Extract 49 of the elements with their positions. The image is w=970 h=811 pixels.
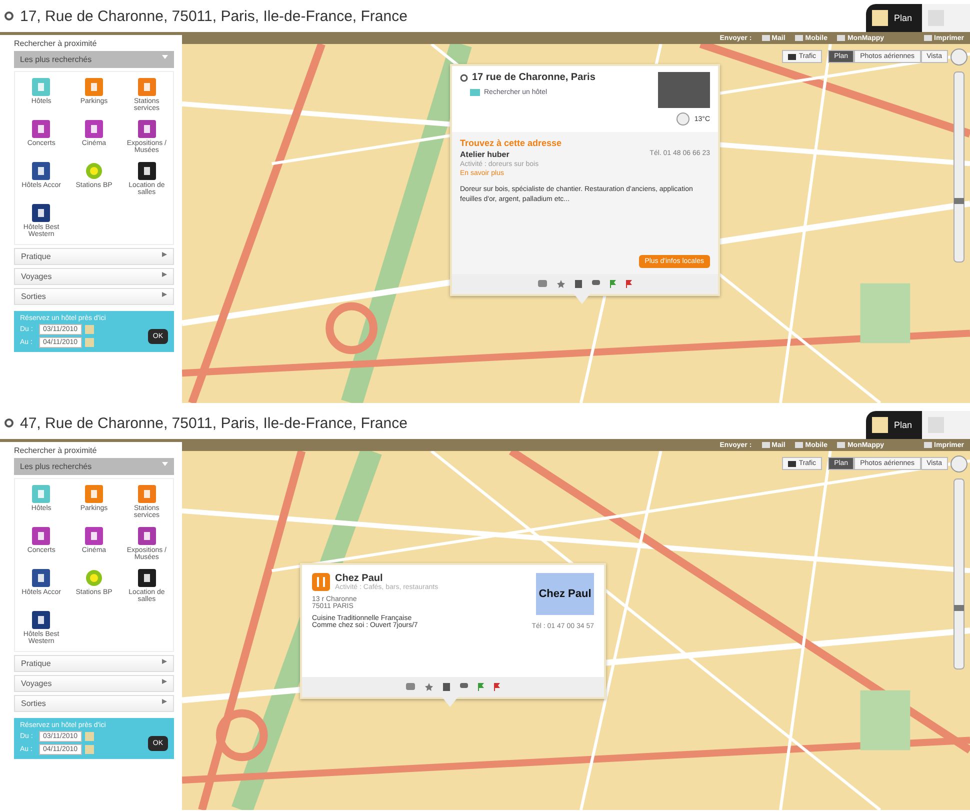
view-tab[interactable]: Plan — [866, 4, 922, 32]
gear-icon — [4, 418, 14, 428]
caret-icon — [162, 55, 168, 59]
address-title: 47, Rue de Charonne, 75011, Paris, Ile-de-France, France — [20, 414, 408, 432]
flag-icon[interactable] — [626, 280, 632, 288]
category-group[interactable]: Voyages — [14, 268, 174, 285]
logo-image: Chez Paul — [536, 573, 594, 615]
caret-icon — [162, 272, 167, 277]
pin-icon — [460, 74, 468, 82]
share-icon — [837, 35, 846, 41]
flag-icon[interactable] — [478, 683, 484, 691]
category-group[interactable]: Pratique — [14, 655, 174, 672]
caret-icon — [162, 462, 168, 466]
section-header[interactable]: Les plus recherchés — [14, 51, 174, 68]
caret-icon — [162, 679, 167, 684]
sidebar-title: Rechercher à proximité — [14, 446, 98, 455]
bed-icon — [470, 89, 480, 96]
share-icon — [762, 35, 770, 41]
photo-placeholder — [658, 72, 710, 108]
caret-icon — [162, 699, 167, 704]
category-group[interactable]: Sorties — [14, 695, 174, 712]
star-icon[interactable] — [557, 280, 565, 288]
map-icon — [872, 10, 888, 26]
sidebar-title: Rechercher à proximité — [14, 39, 98, 48]
flag-icon[interactable] — [610, 280, 616, 288]
place-name: Chez Paul — [335, 573, 384, 584]
map-icon — [872, 417, 888, 433]
business-name: Atelier huber — [460, 150, 510, 159]
section-heading: Trouvez à cette adresse — [460, 138, 563, 148]
caret-icon — [162, 252, 167, 257]
popup-title: 17 rue de Charonne, Paris — [472, 72, 596, 83]
share-icon — [795, 442, 804, 448]
flag-icon[interactable] — [494, 683, 500, 691]
view-tab[interactable]: Plan — [866, 411, 922, 439]
printer-icon — [924, 35, 932, 41]
caret-icon — [162, 659, 167, 664]
caret-icon — [162, 292, 167, 297]
section-header[interactable]: Les plus recherchés — [14, 458, 174, 475]
gear-icon — [4, 11, 14, 21]
star-icon[interactable] — [425, 683, 433, 691]
share-icon — [837, 442, 846, 448]
category-group[interactable]: Pratique — [14, 248, 174, 265]
address-title: 17, Rue de Charonne, 75011, Paris, Ile-de-France, France — [20, 8, 408, 24]
weather-icon — [676, 112, 690, 126]
category-group[interactable]: Voyages — [14, 675, 174, 692]
printer-icon — [924, 442, 932, 448]
share-icon — [762, 442, 770, 448]
category-group[interactable]: Sorties — [14, 288, 174, 305]
share-icon — [795, 35, 804, 41]
